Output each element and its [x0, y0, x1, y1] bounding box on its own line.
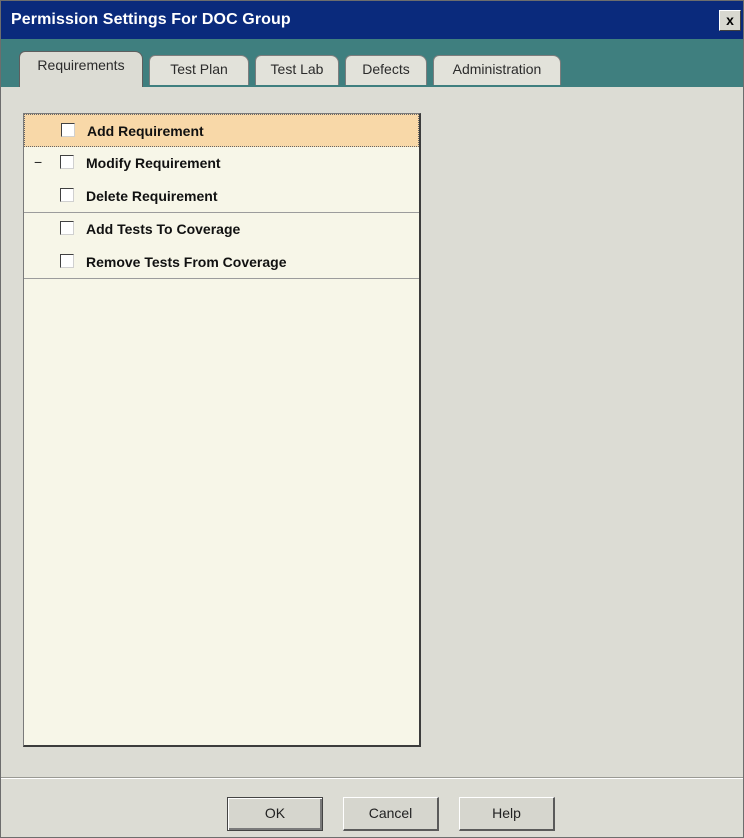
- add-requirement-checkbox[interactable]: [61, 123, 75, 137]
- tab-administration[interactable]: Administration: [433, 55, 561, 85]
- collapse-icon[interactable]: −: [34, 154, 42, 170]
- remove-tests-from-coverage-checkbox[interactable]: [60, 254, 74, 268]
- permission-label: Modify Requirement: [86, 155, 221, 171]
- permission-label: Add Tests To Coverage: [86, 221, 241, 237]
- add-tests-to-coverage-checkbox[interactable]: [60, 221, 74, 235]
- permission-item-remove-tests-from-coverage[interactable]: Remove Tests From Coverage: [24, 246, 419, 279]
- tab-defects[interactable]: Defects: [345, 55, 427, 85]
- permission-item-add-tests-to-coverage[interactable]: Add Tests To Coverage: [24, 213, 419, 246]
- button-bar-divider: [1, 777, 743, 779]
- permission-item-add-requirement[interactable]: Add Requirement: [24, 114, 419, 147]
- dialog-title: Permission Settings For DOC Group: [11, 11, 291, 28]
- cancel-button[interactable]: Cancel: [343, 797, 439, 831]
- close-icon: x: [726, 12, 734, 28]
- permission-settings-dialog: Permission Settings For DOC Group x Requ…: [0, 0, 744, 838]
- permission-item-modify-requirement[interactable]: − Modify Requirement: [24, 147, 419, 180]
- close-button[interactable]: x: [719, 10, 741, 31]
- tab-test-lab[interactable]: Test Lab: [255, 55, 339, 85]
- permission-label: Delete Requirement: [86, 188, 218, 204]
- permission-label: Add Requirement: [87, 123, 204, 139]
- tab-test-plan[interactable]: Test Plan: [149, 55, 249, 85]
- ok-button[interactable]: OK: [227, 797, 323, 831]
- permission-item-delete-requirement[interactable]: Delete Requirement: [24, 180, 419, 213]
- modify-requirement-checkbox[interactable]: [60, 155, 74, 169]
- tab-strip: Requirements Test Plan Test Lab Defects …: [1, 39, 743, 87]
- tab-requirements[interactable]: Requirements: [19, 51, 143, 87]
- permission-list[interactable]: Add Requirement − Modify Requirement Del…: [23, 113, 421, 747]
- delete-requirement-checkbox[interactable]: [60, 188, 74, 202]
- permission-label: Remove Tests From Coverage: [86, 254, 287, 270]
- title-bar[interactable]: Permission Settings For DOC Group x: [1, 1, 743, 39]
- help-button[interactable]: Help: [459, 797, 555, 831]
- requirements-panel: Add Requirement − Modify Requirement Del…: [7, 87, 741, 757]
